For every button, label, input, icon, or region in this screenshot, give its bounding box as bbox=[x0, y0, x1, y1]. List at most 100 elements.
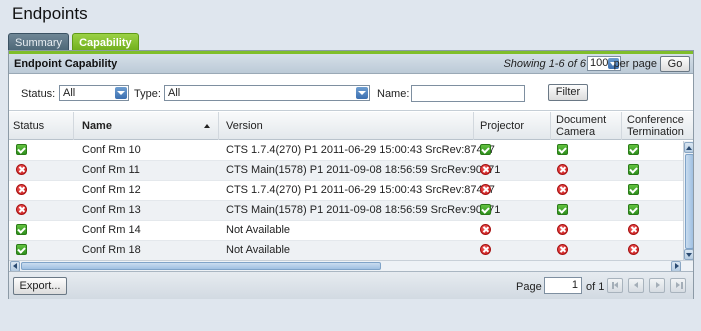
error-icon bbox=[480, 223, 491, 235]
filter-bar: Status: All Type: All Name: Filter bbox=[9, 75, 693, 111]
sort-ascending-icon bbox=[204, 124, 210, 128]
column-header-status[interactable]: Status bbox=[9, 112, 74, 140]
horizontal-scrollbar[interactable] bbox=[9, 260, 693, 271]
check-icon bbox=[480, 143, 491, 155]
export-button[interactable]: Export... bbox=[13, 277, 67, 295]
column-header-name-label: Name bbox=[82, 120, 112, 132]
cell-document-camera bbox=[557, 221, 568, 241]
filter-button[interactable]: Filter bbox=[548, 84, 588, 101]
table-row[interactable]: Conf Rm 10 CTS 1.7.4(270) P1 2011-06-29 1… bbox=[9, 141, 683, 161]
cell-name: Conf Rm 10 bbox=[82, 144, 141, 156]
column-header-name[interactable]: Name bbox=[74, 112, 219, 140]
column-header-projector[interactable]: Projector bbox=[474, 112, 551, 140]
check-icon bbox=[557, 203, 568, 215]
scroll-left-icon[interactable] bbox=[10, 261, 20, 271]
cell-projector bbox=[480, 181, 491, 201]
check-icon bbox=[557, 143, 568, 155]
cell-status bbox=[16, 221, 27, 241]
cell-conference-termination bbox=[628, 221, 639, 241]
chevron-down-icon[interactable] bbox=[115, 87, 127, 99]
table-header-row: Status Name Version Projector Document C… bbox=[9, 112, 693, 140]
cell-projector bbox=[480, 141, 491, 161]
name-filter-label: Name: bbox=[377, 88, 410, 100]
panel-header: Endpoint Capability Showing 1-6 of 6 100… bbox=[9, 54, 693, 74]
cell-status bbox=[16, 181, 27, 201]
table-row[interactable]: Conf Rm 18 Not Available bbox=[9, 241, 683, 261]
tab-capability[interactable]: Capability bbox=[72, 33, 139, 51]
check-icon bbox=[628, 203, 639, 215]
cell-projector bbox=[480, 241, 491, 261]
cell-conference-termination bbox=[628, 161, 639, 181]
page-title: Endpoints bbox=[12, 4, 88, 23]
tab-summary[interactable]: Summary bbox=[8, 33, 70, 51]
status-filter-label: Status: bbox=[21, 88, 56, 100]
check-icon bbox=[628, 143, 639, 155]
error-icon bbox=[557, 243, 568, 255]
endpoint-capability-panel: Endpoint Capability Showing 1-6 of 6 100… bbox=[8, 50, 694, 299]
error-icon bbox=[557, 163, 568, 175]
check-icon bbox=[16, 143, 27, 155]
capability-table: Status Name Version Projector Document C… bbox=[9, 112, 693, 271]
check-icon bbox=[16, 223, 27, 235]
horizontal-scroll-thumb[interactable] bbox=[21, 262, 381, 270]
cell-document-camera bbox=[557, 241, 568, 261]
check-icon bbox=[628, 163, 639, 175]
showing-count: Showing 1-6 of 6 bbox=[503, 58, 586, 70]
panel-title: Endpoint Capability bbox=[14, 58, 118, 70]
table-footer: Export... Page 1 of 1 bbox=[9, 271, 693, 299]
cell-version: CTS Main(1578) P1 2011-09-08 18:56:59 Sr… bbox=[226, 204, 501, 216]
check-icon bbox=[16, 243, 27, 255]
cell-projector bbox=[480, 201, 491, 221]
vertical-scroll-thumb[interactable] bbox=[685, 154, 693, 249]
cell-name: Conf Rm 13 bbox=[82, 204, 141, 216]
status-filter-value: All bbox=[63, 87, 76, 99]
scroll-down-icon[interactable] bbox=[684, 249, 693, 260]
error-icon bbox=[480, 243, 491, 255]
first-page-icon[interactable] bbox=[607, 278, 623, 293]
cell-status bbox=[16, 141, 27, 161]
cell-status bbox=[16, 161, 27, 181]
table-body: Conf Rm 10 CTS 1.7.4(270) P1 2011-06-29 1… bbox=[9, 141, 683, 261]
error-icon bbox=[557, 183, 568, 195]
cell-version: Not Available bbox=[226, 244, 291, 256]
table-row[interactable]: Conf Rm 11 CTS Main(1578) P1 2011-09-08 1… bbox=[9, 161, 683, 181]
scroll-up-icon[interactable] bbox=[684, 142, 693, 153]
error-icon bbox=[16, 163, 27, 175]
column-header-version[interactable]: Version bbox=[219, 112, 474, 140]
cell-status bbox=[16, 241, 27, 261]
type-filter-value: All bbox=[168, 87, 181, 99]
previous-page-icon[interactable] bbox=[628, 278, 644, 293]
page-number-input[interactable]: 1 bbox=[544, 277, 582, 294]
column-header-conference-termination[interactable]: Conference Termination bbox=[622, 112, 693, 140]
check-icon bbox=[480, 203, 491, 215]
name-filter-input[interactable] bbox=[411, 85, 525, 102]
type-filter-label: Type: bbox=[134, 88, 161, 100]
type-filter-select[interactable]: All bbox=[164, 85, 370, 101]
vertical-scrollbar[interactable] bbox=[683, 141, 693, 262]
per-page-value: 100 bbox=[590, 57, 609, 69]
column-header-document-camera[interactable]: Document Camera bbox=[551, 112, 622, 140]
cell-status bbox=[16, 201, 27, 221]
cell-version: Not Available bbox=[226, 224, 291, 236]
check-icon bbox=[628, 183, 639, 195]
cell-version: CTS Main(1578) P1 2011-09-08 18:56:59 Sr… bbox=[226, 164, 501, 176]
chevron-down-icon[interactable] bbox=[356, 87, 368, 99]
table-row[interactable]: Conf Rm 14 Not Available bbox=[9, 221, 683, 241]
cell-name: Conf Rm 12 bbox=[82, 184, 141, 196]
cell-name: Conf Rm 14 bbox=[82, 224, 141, 236]
cell-projector bbox=[480, 161, 491, 181]
last-page-icon[interactable] bbox=[670, 278, 686, 293]
page-count-label: of 1 bbox=[586, 281, 605, 293]
go-button[interactable]: Go bbox=[660, 56, 690, 72]
cell-conference-termination bbox=[628, 141, 639, 161]
status-filter-select[interactable]: All bbox=[59, 85, 129, 101]
next-page-icon[interactable] bbox=[649, 278, 665, 293]
error-icon bbox=[557, 223, 568, 235]
scroll-right-icon[interactable] bbox=[671, 261, 681, 271]
error-icon bbox=[628, 243, 639, 255]
per-page-label: per page bbox=[613, 58, 657, 70]
table-row[interactable]: Conf Rm 13 CTS Main(1578) P1 2011-09-08 1… bbox=[9, 201, 683, 221]
error-icon bbox=[16, 183, 27, 195]
error-icon bbox=[628, 223, 639, 235]
table-row[interactable]: Conf Rm 12 CTS 1.7.4(270) P1 2011-06-29 1… bbox=[9, 181, 683, 201]
